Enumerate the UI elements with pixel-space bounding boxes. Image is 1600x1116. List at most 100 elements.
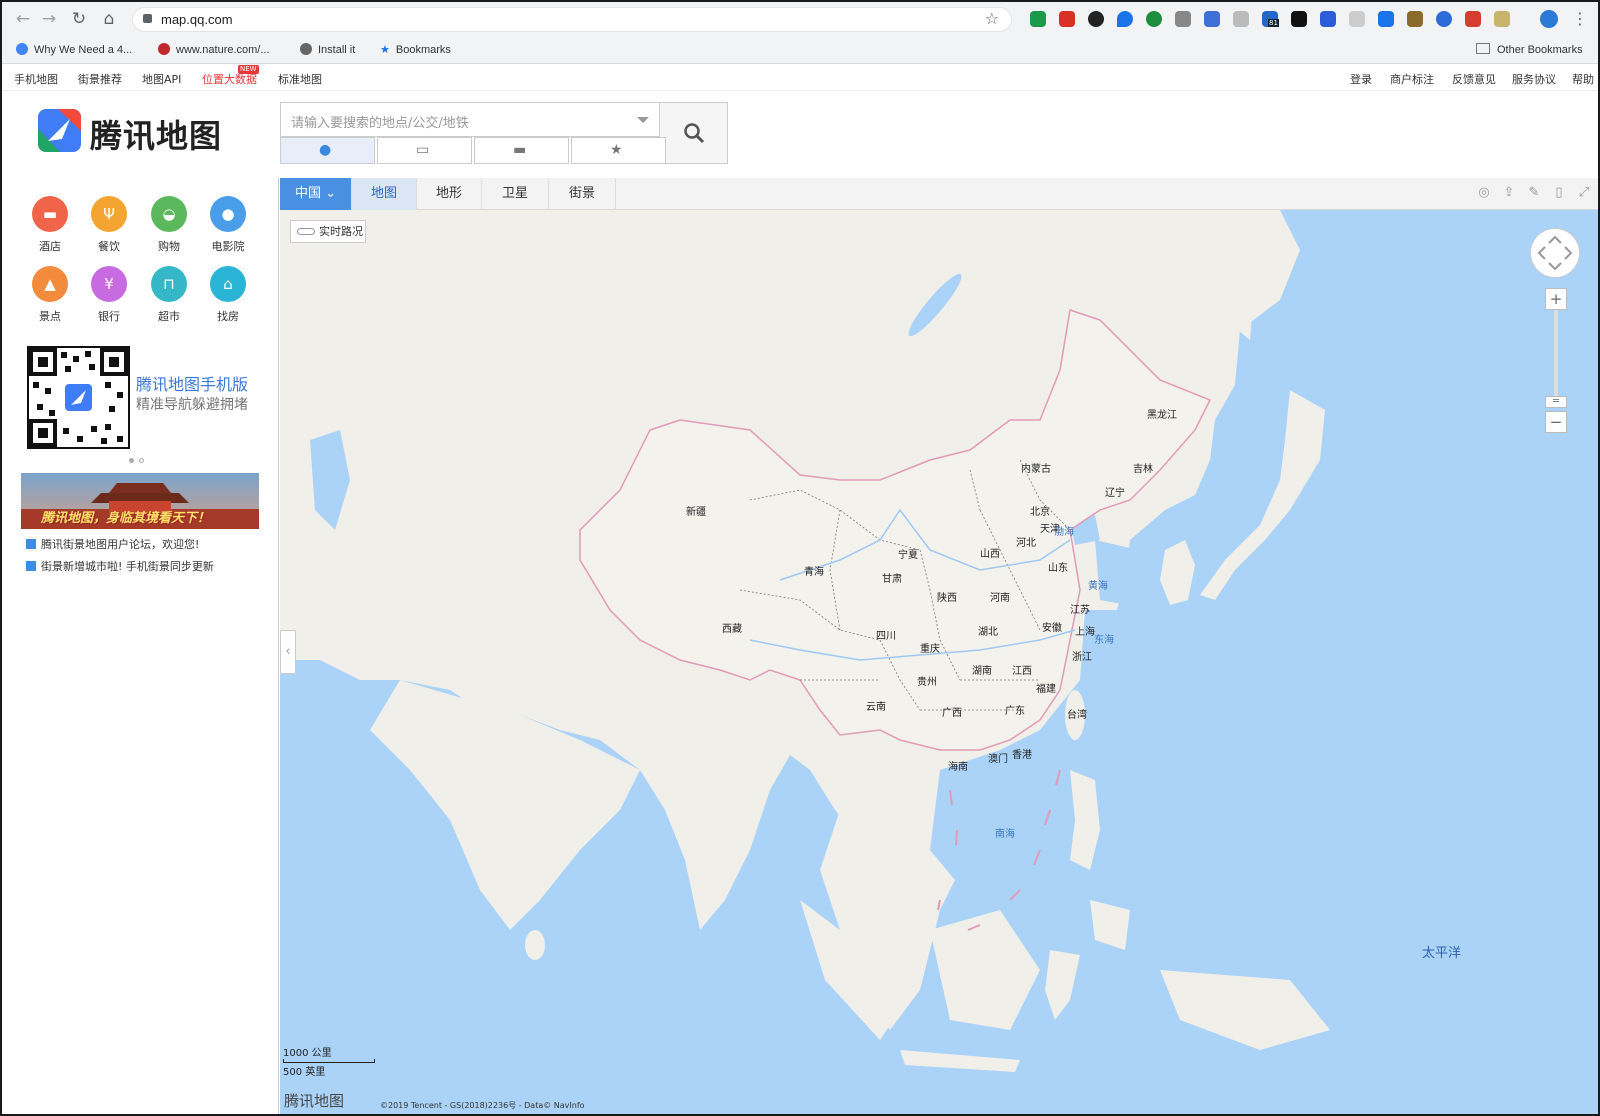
news-item[interactable]: 腾讯街景地图用户论坛，欢迎您! — [26, 536, 199, 552]
fullscreen-icon[interactable]: ⤢ — [1577, 186, 1591, 200]
map-label: 江苏 — [1070, 605, 1090, 616]
nav-link[interactable]: 街景推荐 — [78, 71, 122, 87]
extension-icon[interactable] — [1320, 11, 1336, 27]
nav-link[interactable]: 标准地图 — [278, 71, 322, 87]
qr-pattern — [29, 348, 128, 447]
forward-icon[interactable]: → — [38, 8, 60, 30]
tab-map[interactable]: 地图 — [352, 178, 417, 210]
poi-label: 找房 — [217, 310, 239, 323]
extension-icon[interactable] — [1175, 11, 1191, 27]
extension-icon[interactable] — [1146, 11, 1162, 27]
map-logo[interactable]: 腾讯地图 — [284, 1090, 344, 1111]
map-canvas[interactable]: 实时路况 + ═ − ‹ 新疆 西藏 青海 甘肃 宁夏 内蒙古 黑龙江 吉林 辽… — [280, 210, 1598, 1114]
map-label: 海南 — [948, 762, 968, 773]
collapse-sidebar-button[interactable]: ‹ — [280, 630, 296, 674]
site-top-nav: 手机地图 街景推荐 地图API 位置大数据 NEW 标准地图 登录 商户标注 反… — [2, 65, 1598, 91]
share-icon[interactable]: ⇪ — [1502, 186, 1516, 200]
region-selector[interactable]: 中国 ⌄ — [280, 178, 352, 210]
poi-cinema[interactable]: ● 电影院 — [198, 196, 258, 258]
new-badge: NEW — [238, 65, 259, 74]
news-item[interactable]: 街景新增城市啦! 手机街景同步更新 — [26, 558, 214, 574]
folder-icon — [1476, 43, 1490, 54]
hotel-icon: ▬ — [32, 196, 68, 232]
browser-menu-icon[interactable]: ⋮ — [1572, 9, 1588, 28]
bookmark-item[interactable]: Why We Need a 4... — [16, 43, 132, 56]
poi-dining[interactable]: Ψ 餐饮 — [79, 196, 139, 258]
site-logo[interactable]: 腾讯地图 — [38, 109, 233, 155]
extension-icon[interactable] — [1494, 11, 1510, 27]
extension-icon[interactable] — [1378, 11, 1394, 27]
extension-icon[interactable] — [1349, 11, 1365, 27]
ruler-icon[interactable]: ✎ — [1527, 186, 1541, 200]
carousel-dot[interactable] — [139, 458, 144, 463]
profile-avatar[interactable] — [1540, 10, 1558, 28]
locate-icon[interactable]: ◎ — [1477, 186, 1491, 200]
nav-link[interactable]: 登录 — [1350, 71, 1372, 87]
promo-banner[interactable]: 腾讯地图，身临其境看天下！ — [21, 473, 259, 529]
tab-satellite[interactable]: 卫星 — [482, 178, 549, 210]
bus-icon: ▭ — [416, 142, 430, 158]
bookmark-favicon — [16, 43, 28, 55]
poi-shopping[interactable]: ◒ 购物 — [139, 196, 199, 258]
zoom-slider-handle[interactable]: ═ — [1545, 396, 1567, 408]
extension-icon[interactable] — [1059, 11, 1075, 27]
logo-mark — [38, 109, 81, 152]
pan-control[interactable] — [1530, 228, 1580, 278]
tab-favorites[interactable]: ★ — [571, 137, 666, 164]
search-button[interactable] — [659, 102, 728, 164]
map-label: 广东 — [1005, 706, 1025, 717]
extension-icon[interactable] — [1117, 11, 1133, 27]
nav-link[interactable]: 服务协议 — [1512, 71, 1556, 87]
tab-streetview[interactable]: 街景 — [549, 178, 616, 210]
tab-place[interactable]: ● — [280, 137, 375, 164]
map-label: 贵州 — [917, 677, 937, 688]
browser-window: ← → ↻ ⌂ map.qq.com ☆ 81 ⋮ Why We Need a — [0, 0, 1600, 1116]
extension-icon[interactable] — [1088, 11, 1104, 27]
sea-label: 渤海 — [1054, 527, 1074, 538]
extension-icon[interactable] — [1030, 11, 1046, 27]
tab-terrain[interactable]: 地形 — [417, 178, 482, 210]
tab-bus[interactable]: ▭ — [377, 137, 472, 164]
map-label: 福建 — [1036, 684, 1056, 695]
bookmark-favicon — [158, 43, 170, 55]
realtime-traffic-toggle[interactable]: 实时路况 — [290, 220, 366, 243]
zoom-slider-track[interactable] — [1554, 310, 1558, 408]
poi-bank[interactable]: ¥ 银行 — [79, 266, 139, 328]
extension-icon[interactable] — [1291, 11, 1307, 27]
extension-icon[interactable] — [1465, 11, 1481, 27]
nav-link[interactable]: 帮助 — [1572, 71, 1594, 87]
trash-icon[interactable]: ▯ — [1552, 186, 1566, 200]
other-bookmarks[interactable]: Other Bookmarks — [1476, 43, 1583, 56]
qr-title[interactable]: 腾讯地图手机版 — [136, 371, 248, 395]
poi-scenic[interactable]: ▲ 景点 — [20, 266, 80, 328]
carousel-dot[interactable] — [129, 458, 134, 463]
nav-link[interactable]: 手机地图 — [14, 71, 58, 87]
address-bar[interactable]: map.qq.com ☆ — [132, 7, 1012, 32]
chevron-down-icon[interactable] — [637, 117, 649, 123]
extension-icon[interactable] — [1233, 11, 1249, 27]
japan-islands — [1200, 390, 1325, 600]
extension-icon[interactable] — [1204, 11, 1220, 27]
poi-supermarket[interactable]: ⊓ 超市 — [139, 266, 199, 328]
nav-link[interactable]: 反馈意见 — [1452, 71, 1496, 87]
poi-housing[interactable]: ⌂ 找房 — [198, 266, 258, 328]
back-icon[interactable]: ← — [12, 8, 34, 30]
nav-link[interactable]: 商户标注 — [1390, 71, 1434, 87]
bookmark-item[interactable]: www.nature.com/... — [158, 43, 270, 56]
nav-link[interactable]: 地图API — [142, 71, 181, 87]
bookmark-item[interactable]: ★ Bookmarks — [380, 43, 451, 56]
map-label: 重庆 — [920, 644, 940, 655]
home-icon[interactable]: ⌂ — [98, 8, 120, 30]
extension-icon[interactable] — [1407, 11, 1423, 27]
reload-icon[interactable]: ↻ — [68, 8, 90, 30]
extension-icon[interactable]: 81 — [1262, 11, 1279, 27]
tab-drive[interactable]: ▬ — [474, 137, 569, 164]
poi-hotel[interactable]: ▬ 酒店 — [20, 196, 80, 258]
zoom-in-button[interactable]: + — [1545, 288, 1567, 310]
zoom-out-button[interactable]: − — [1545, 411, 1567, 433]
search-input[interactable]: 请输入要搜索的地点/公交/地铁 — [280, 102, 660, 137]
bookmark-item[interactable]: Install it — [300, 43, 355, 56]
extension-icon[interactable] — [1436, 11, 1452, 27]
poi-label: 电影院 — [211, 240, 245, 253]
bookmark-star-icon[interactable]: ☆ — [985, 9, 999, 28]
